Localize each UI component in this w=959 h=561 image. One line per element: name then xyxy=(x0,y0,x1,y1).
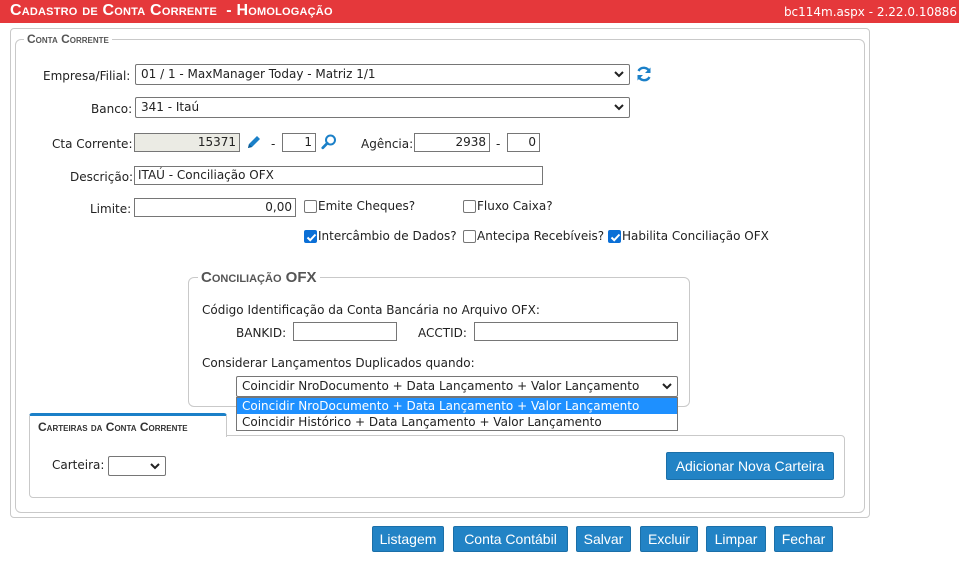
duplicados-select-value: Coincidir NroDocumento + Data Lançamento… xyxy=(242,379,640,393)
duplicados-label: Considerar Lançamentos Duplicados quando… xyxy=(202,356,475,370)
agencia-input[interactable]: 2938 xyxy=(414,133,490,152)
cta-separator: - xyxy=(271,137,276,151)
chevron-down-icon xyxy=(150,463,160,470)
checkmark-icon xyxy=(306,233,317,242)
title-bar: Cadastro de Conta Corrente - Homologação… xyxy=(0,0,959,23)
intercambio-checkbox[interactable] xyxy=(304,230,317,243)
limpar-button[interactable]: Limpar xyxy=(706,526,766,552)
cta-digit-input[interactable]: 1 xyxy=(282,133,316,152)
banco-select-value: 341 - Itaú xyxy=(141,100,200,114)
page-title: Cadastro de Conta Corrente - Homologação xyxy=(10,2,333,19)
dropdown-option[interactable]: Coincidir Histórico + Data Lançamento + … xyxy=(237,414,677,430)
intercambio-label: Intercâmbio de Dados? xyxy=(318,229,457,243)
antecipa-checkbox[interactable] xyxy=(463,230,476,243)
duplicados-dropdown-list[interactable]: Coincidir NroDocumento + Data Lançamento… xyxy=(236,397,678,431)
chevron-down-icon xyxy=(662,383,672,390)
tab-carteiras[interactable]: Carteiras da Conta Corrente xyxy=(29,413,227,437)
carteiras-panel: Carteira: Adicionar Nova Carteira xyxy=(29,435,845,498)
cta-corrente-input: 15371 xyxy=(134,133,240,152)
conta-contabil-button[interactable]: Conta Contábil xyxy=(453,526,568,552)
empresa-select-value: 01 / 1 - MaxManager Today - Matriz 1/1 xyxy=(141,67,376,81)
agencia-digit-input[interactable]: 0 xyxy=(507,133,540,152)
pencil-icon[interactable] xyxy=(245,133,263,151)
app-version: bc114m.aspx - 2.22.0.10886 xyxy=(783,5,957,19)
section-legend: Conta Corrente xyxy=(27,32,109,46)
fluxo-caixa-label: Fluxo Caixa? xyxy=(477,199,553,213)
emite-cheques-checkbox[interactable] xyxy=(304,200,317,213)
excluir-button[interactable]: Excluir xyxy=(640,526,698,552)
empresa-label: Empresa/Filial: xyxy=(43,69,131,83)
bankid-label: BANKID: xyxy=(236,326,287,340)
acctid-input[interactable] xyxy=(474,322,678,341)
duplicados-select[interactable]: Coincidir NroDocumento + Data Lançamento… xyxy=(236,376,678,397)
carteira-select[interactable] xyxy=(108,456,166,476)
chevron-down-icon xyxy=(614,71,624,78)
ofx-legend: Conciliação OFX xyxy=(201,269,317,286)
main-panel: Conta Corrente Empresa/Filial: 01 / 1 - … xyxy=(10,28,870,518)
dropdown-option[interactable]: Coincidir NroDocumento + Data Lançamento… xyxy=(237,398,677,414)
empresa-select[interactable]: 01 / 1 - MaxManager Today - Matriz 1/1 xyxy=(135,64,630,85)
fechar-button[interactable]: Fechar xyxy=(774,526,833,552)
descricao-input[interactable]: ITAÚ - Conciliação OFX xyxy=(134,166,543,185)
refresh-icon[interactable] xyxy=(635,65,653,83)
agencia-label: Agência: xyxy=(361,137,414,151)
agencia-separator: - xyxy=(496,137,501,151)
descricao-label: Descrição: xyxy=(70,170,134,184)
chevron-down-icon xyxy=(614,104,624,111)
carteira-label: Carteira: xyxy=(52,458,105,472)
banco-label: Banco: xyxy=(91,102,133,116)
limite-label: Limite: xyxy=(90,202,132,216)
listagem-button[interactable]: Listagem xyxy=(372,526,444,552)
acctid-label: ACCTID: xyxy=(418,326,467,340)
search-icon[interactable] xyxy=(320,133,338,151)
fluxo-caixa-checkbox[interactable] xyxy=(463,200,476,213)
limite-input[interactable]: 0,00 xyxy=(134,198,296,217)
bankid-input[interactable] xyxy=(293,322,397,341)
checkmark-icon xyxy=(610,233,621,242)
add-carteira-button[interactable]: Adicionar Nova Carteira xyxy=(666,452,834,480)
codigo-ofx-label: Código Identificação da Conta Bancária n… xyxy=(202,303,540,317)
habilita-ofx-label: Habilita Conciliação OFX xyxy=(622,229,769,243)
banco-select[interactable]: 341 - Itaú xyxy=(135,97,630,118)
salvar-button[interactable]: Salvar xyxy=(576,526,631,552)
emite-cheques-label: Emite Cheques? xyxy=(318,199,416,213)
habilita-ofx-checkbox[interactable] xyxy=(608,230,621,243)
antecipa-label: Antecipa Recebíveis? xyxy=(477,229,605,243)
cta-corrente-label: Cta Corrente: xyxy=(52,137,133,151)
